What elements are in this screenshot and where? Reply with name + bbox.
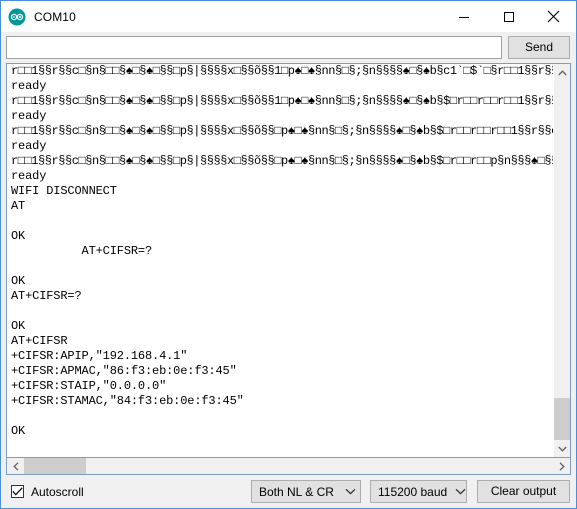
line-ending-value: Both NL & CR — [259, 484, 334, 499]
console-line: AT+CIFSR — [11, 334, 68, 348]
console-line: +CIFSR:STAIP,"0.0.0.0" — [11, 379, 167, 393]
window-controls — [441, 1, 576, 32]
console-line: r□□1§§r§§c□§n§□□§♠□§♠□§§□p§|§§§§x□§§õ§§1… — [11, 94, 553, 108]
scroll-down-button[interactable] — [554, 440, 570, 457]
bottom-bar: Autoscroll Both NL & CR 115200 baud Clea… — [1, 475, 576, 508]
chevron-right-icon — [559, 461, 565, 471]
scroll-left-button[interactable] — [7, 458, 24, 474]
console-line: r□□1§§r§§c□§n§□□§♠□§♠□§§□p§|§§§§x□§§õ§§□… — [11, 124, 553, 138]
console-line: AT+CIFSR=? — [11, 244, 153, 258]
minimize-icon — [458, 16, 469, 18]
console-line: ready — [11, 169, 47, 183]
send-row: Send — [1, 32, 576, 63]
vertical-scroll-thumb[interactable] — [554, 398, 570, 440]
chevron-left-icon — [12, 461, 18, 471]
console-line: r□□1§§r§§c□§n§□□§♠□§♠□§§□p§|§§§§x□§§õ§§□… — [11, 154, 553, 168]
console-line: OK — [11, 274, 26, 288]
autoscroll-checkbox[interactable]: Autoscroll — [11, 485, 84, 499]
close-button[interactable] — [531, 1, 576, 32]
console-panel: r□□1§§r§§c□§n§□□§♠□§♠□§§□p§|§§§§x□§§õ§§1… — [6, 63, 571, 458]
console-line: ready — [11, 109, 47, 123]
maximize-button[interactable] — [486, 1, 531, 32]
autoscroll-checkbox-box[interactable] — [11, 485, 24, 498]
console-line: +CIFSR:APIP,"192.168.4.1" — [11, 349, 188, 363]
close-icon — [547, 10, 560, 23]
baud-rate-select[interactable]: 115200 baud — [370, 480, 467, 503]
title-bar: COM10 — [1, 1, 576, 32]
console-line: AT+CIFSR=? — [11, 289, 82, 303]
console-line: OK — [11, 229, 26, 243]
console-line: +CIFSR:APMAC,"86:f3:eb:0e:f3:45" — [11, 364, 237, 378]
line-ending-select[interactable]: Both NL & CR — [251, 480, 361, 503]
console-text: r□□1§§r§§c□§n§□□§♠□§♠□§§□p§|§§§§x□§§õ§§1… — [11, 64, 553, 439]
arduino-logo-icon — [8, 8, 26, 25]
send-input[interactable] — [6, 36, 502, 59]
console-line: ready — [11, 79, 47, 93]
baud-rate-value: 115200 baud — [378, 484, 448, 499]
console-line: r□□1§§r§§c□§n§□□§♠□§♠□§§□p§|§§§§x□§§õ§§1… — [11, 64, 553, 78]
horizontal-scroll-thumb[interactable] — [24, 458, 86, 474]
console-line: ready — [11, 139, 47, 153]
console-line: OK — [11, 424, 26, 438]
scroll-right-button[interactable] — [553, 458, 570, 474]
serial-monitor-window: COM10 Send r□□1§§r§§c□§n§□□§♠□§♠□§§□p§|§… — [0, 0, 577, 509]
maximize-icon — [503, 11, 514, 22]
console-line: WIFI DISCONNECT — [11, 184, 117, 198]
chevron-down-icon — [345, 488, 356, 495]
console-line: OK — [11, 319, 26, 333]
console-line: AT — [11, 199, 26, 213]
vertical-scrollbar[interactable] — [553, 64, 570, 457]
send-button[interactable]: Send — [508, 36, 570, 59]
chevron-down-icon — [557, 446, 567, 452]
scroll-up-button[interactable] — [554, 64, 570, 81]
autoscroll-label: Autoscroll — [31, 484, 84, 499]
horizontal-scrollbar[interactable] — [6, 458, 571, 475]
checkmark-icon — [12, 487, 23, 496]
chevron-down-icon — [455, 488, 466, 495]
chevron-up-icon — [557, 69, 567, 75]
horizontal-scroll-track[interactable] — [24, 458, 553, 474]
console-output[interactable]: r□□1§§r§§c□§n§□□§♠□§♠□§§□p§|§§§§x□§§õ§§1… — [7, 64, 553, 457]
console-line: +CIFSR:STAMAC,"84:f3:eb:0e:f3:45" — [11, 394, 244, 408]
minimize-button[interactable] — [441, 1, 486, 32]
vertical-scroll-track[interactable] — [554, 81, 570, 440]
clear-output-button[interactable]: Clear output — [477, 480, 570, 503]
window-title: COM10 — [34, 9, 76, 24]
